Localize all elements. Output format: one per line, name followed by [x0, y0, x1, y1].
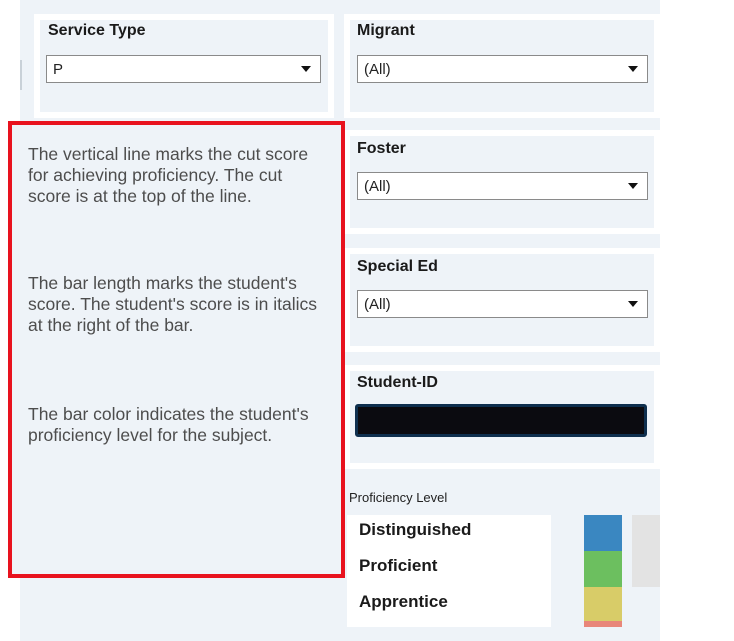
legend-item-apprentice[interactable]: Apprentice: [359, 592, 448, 612]
info-paragraph-bar-length: The bar length marks the student's score…: [28, 273, 317, 335]
migrant-label: Migrant: [357, 22, 415, 39]
foster-value: (All): [364, 177, 391, 195]
chevron-down-icon: [301, 66, 311, 72]
special-ed-select[interactable]: (All): [357, 290, 648, 318]
legend-swatch-distinguished: [584, 515, 622, 551]
chevron-down-icon: [628, 66, 638, 72]
student-id-label: Student-ID: [357, 374, 438, 391]
panel-edge-marker: [20, 60, 22, 90]
service-type-value: P: [53, 60, 64, 78]
legend-swatch-proficient: [584, 551, 622, 587]
special-ed-label: Special Ed: [357, 258, 438, 275]
migrant-select[interactable]: (All): [357, 55, 648, 83]
chevron-down-icon: [628, 301, 638, 307]
migrant-value: (All): [364, 60, 391, 78]
service-type-select[interactable]: P: [46, 55, 321, 83]
foster-select[interactable]: (All): [357, 172, 648, 200]
legend-scroll-track[interactable]: [632, 515, 660, 587]
student-id-input[interactable]: [355, 404, 647, 437]
foster-label: Foster: [357, 140, 406, 157]
legend-title: Proficiency Level: [349, 490, 448, 505]
service-type-label: Service Type: [48, 22, 146, 39]
info-paragraph-cut-score: The vertical line marks the cut score fo…: [28, 144, 309, 206]
legend-swatch-apprentice: [584, 587, 622, 621]
info-paragraph-bar-color: The bar color indicates the student's pr…: [28, 404, 309, 445]
legend-item-proficient[interactable]: Proficient: [359, 556, 437, 576]
legend-item-distinguished[interactable]: Distinguished: [359, 520, 471, 540]
special-ed-value: (All): [364, 295, 391, 313]
legend-swatch-novice: [584, 621, 622, 627]
chevron-down-icon: [628, 183, 638, 189]
